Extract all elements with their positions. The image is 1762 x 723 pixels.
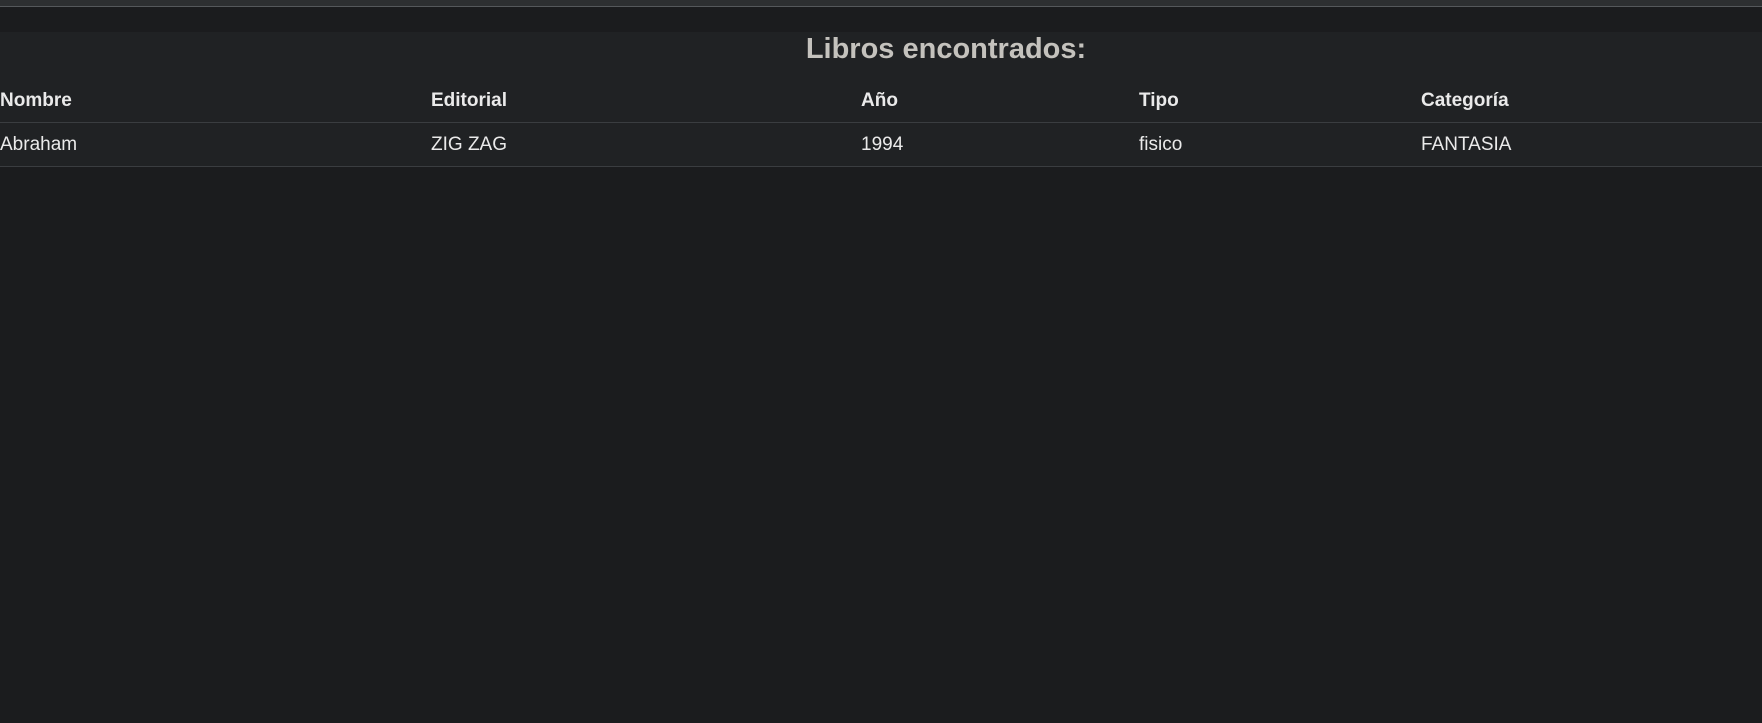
table-row: Abraham ZIG ZAG 1994 fisico FANTASIA bbox=[0, 122, 1762, 167]
cell-tipo: fisico bbox=[1139, 122, 1421, 167]
column-header-editorial: Editorial bbox=[431, 80, 861, 123]
column-header-nombre: Nombre bbox=[0, 80, 431, 123]
column-header-categoria: Categoría bbox=[1421, 80, 1762, 123]
cell-ano: 1994 bbox=[861, 122, 1139, 167]
column-header-ano: Año bbox=[861, 80, 1139, 123]
table-header-row: Nombre Editorial Año Tipo Categoría bbox=[0, 80, 1762, 123]
books-table: Nombre Editorial Año Tipo Categoría Abra… bbox=[0, 80, 1762, 167]
cell-editorial: ZIG ZAG bbox=[431, 122, 861, 167]
cell-categoria: FANTASIA bbox=[1421, 122, 1762, 167]
page-title: Libros encontrados: bbox=[805, 33, 1087, 65]
column-header-tipo: Tipo bbox=[1139, 80, 1421, 123]
cell-nombre: Abraham bbox=[0, 122, 431, 167]
top-bar bbox=[0, 0, 1762, 7]
